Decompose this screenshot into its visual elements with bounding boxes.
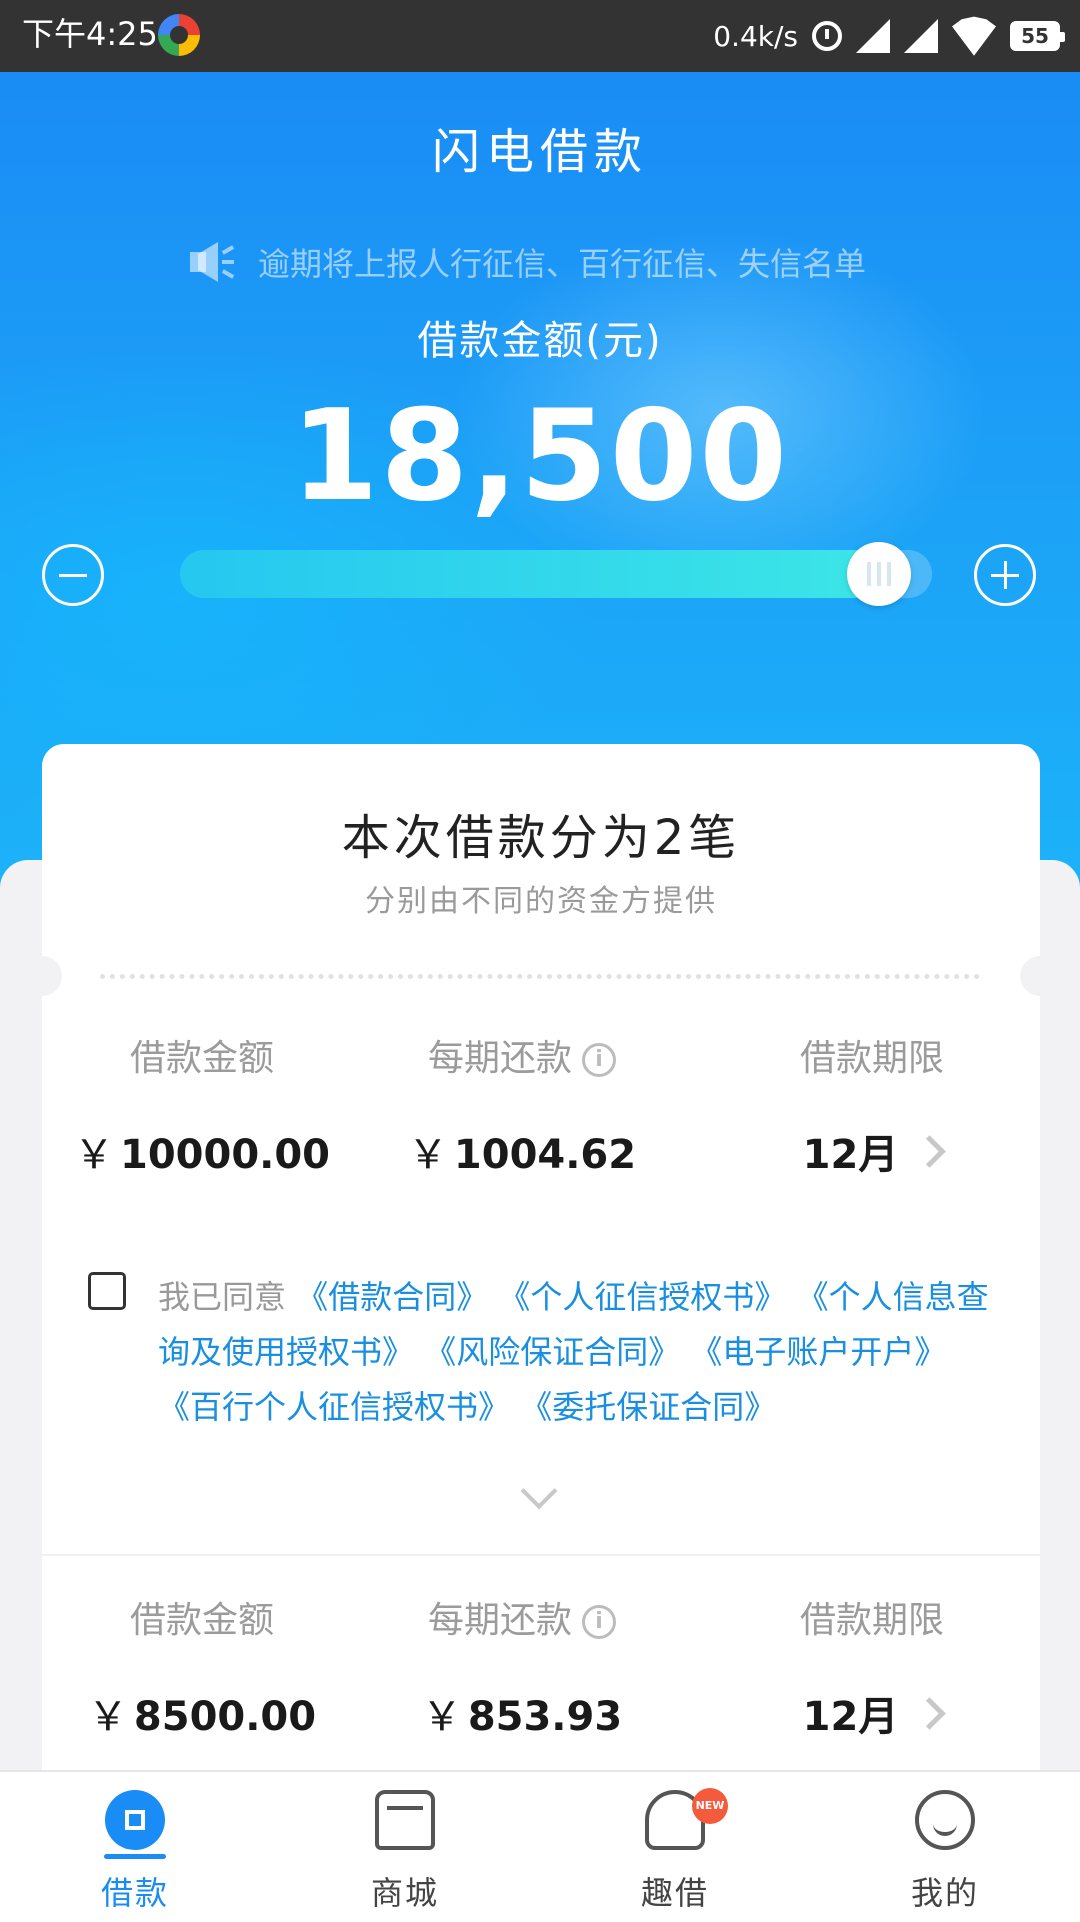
profile-icon bbox=[915, 1790, 975, 1850]
info-icon[interactable]: i bbox=[582, 1043, 616, 1077]
repayment-label: 每期还款 i bbox=[382, 1034, 662, 1084]
amount-label: 借款金额 bbox=[129, 1038, 274, 1079]
link-baihang-credit-authorization[interactable]: 《百行个人征信授权书》 bbox=[158, 1388, 510, 1426]
signal-icon-2 bbox=[904, 19, 938, 53]
nav-label: 借款 bbox=[100, 1874, 169, 1912]
speaker-icon bbox=[190, 242, 236, 282]
amount-value: ￥ 8500.00 bbox=[87, 1694, 317, 1740]
link-risk-guarantee-contract[interactable]: 《风险保证合同》 bbox=[424, 1333, 680, 1371]
agreement-checkbox[interactable] bbox=[88, 1272, 126, 1310]
chevron-down-icon[interactable] bbox=[520, 1472, 558, 1510]
status-time: 下午4:25 bbox=[22, 15, 158, 53]
wifi-icon bbox=[952, 16, 996, 56]
loan-1-term[interactable]: 借款期限 12月 bbox=[732, 1034, 1012, 1180]
nav-label: 商城 bbox=[370, 1874, 439, 1912]
alarm-icon bbox=[812, 21, 842, 51]
info-icon[interactable]: i bbox=[582, 1605, 616, 1639]
amount-slider[interactable] bbox=[180, 542, 932, 606]
nav-label: 趣借 bbox=[640, 1874, 709, 1912]
active-indicator bbox=[104, 1854, 166, 1859]
signal-icon bbox=[856, 19, 890, 53]
nav-label: 我的 bbox=[910, 1874, 979, 1912]
loan-icon bbox=[105, 1790, 165, 1850]
amount-label: 借款金额(元) bbox=[417, 318, 663, 364]
increase-button[interactable] bbox=[974, 544, 1036, 606]
battery-icon: 55 bbox=[1010, 21, 1065, 51]
chevron-right-icon bbox=[913, 1134, 947, 1168]
loan-1-repayment: 每期还款 i ￥ 1004.62 bbox=[382, 1034, 662, 1180]
app-notification-icon bbox=[158, 14, 200, 56]
bottom-nav: 借款 商城 NEW 趣借 我的 bbox=[0, 1770, 1080, 1922]
term-value[interactable]: 12月 bbox=[732, 1122, 1012, 1180]
decrease-button[interactable] bbox=[42, 544, 104, 606]
link-e-account-opening[interactable]: 《电子账户开户》 bbox=[690, 1333, 946, 1371]
notice-text: 逾期将上报人行征信、百行征信、失信名单 bbox=[258, 245, 867, 283]
dotted-divider bbox=[100, 974, 980, 979]
term-value[interactable]: 12月 bbox=[732, 1684, 1012, 1742]
card-subtitle: 分别由不同的资金方提供 bbox=[365, 884, 717, 919]
page-title: 闪电借款 bbox=[431, 124, 648, 180]
loan-1-amount: 借款金额 ￥ 10000.00 bbox=[62, 1034, 342, 1180]
repayment-value: ￥ 853.93 bbox=[421, 1694, 623, 1740]
agreement-prefix: 我已同意 bbox=[158, 1278, 287, 1316]
term-label: 借款期限 bbox=[799, 1038, 944, 1079]
nav-item-store[interactable]: 商城 bbox=[270, 1772, 540, 1922]
loan-card: 本次借款分为2笔 分别由不同的资金方提供 借款金额 ￥ 10000.00 每期还款… bbox=[22, 744, 1060, 1774]
chevron-right-icon bbox=[913, 1696, 947, 1730]
ticket-notch-left bbox=[22, 956, 62, 996]
loan-row-1: 借款金额 ￥ 10000.00 每期还款 i ￥ 1004.62 借款期限 12月 bbox=[42, 1034, 1040, 1204]
repayment-label: 每期还款 i bbox=[382, 1596, 662, 1646]
row-divider bbox=[42, 1554, 1040, 1556]
link-entrusted-guarantee-contract[interactable]: 《委托保证合同》 bbox=[520, 1388, 776, 1426]
slider-thumb[interactable] bbox=[847, 542, 912, 606]
repayment-value: ￥ 1004.62 bbox=[407, 1132, 637, 1178]
nav-item-fun-loan[interactable]: NEW 趣借 bbox=[540, 1772, 810, 1922]
amount-label: 借款金额 bbox=[129, 1600, 274, 1641]
card-title: 本次借款分为2笔 bbox=[341, 810, 741, 866]
term-label: 借款期限 bbox=[799, 1600, 944, 1641]
agreement-text: 我已同意 《借款合同》 《个人征信授权书》 《个人信息查询及使用授权书》 《风险… bbox=[158, 1270, 998, 1435]
ticket-notch-right bbox=[1020, 956, 1060, 996]
loan-2-repayment: 每期还款 i ￥ 853.93 bbox=[382, 1596, 662, 1742]
new-badge: NEW bbox=[692, 1788, 728, 1824]
amount-value: 18,500 bbox=[290, 382, 790, 529]
status-indicators: 0.4k/s 55 bbox=[713, 14, 1065, 58]
link-loan-contract[interactable]: 《借款合同》 bbox=[296, 1278, 488, 1316]
loan-row-2: 借款金额 ￥ 8500.00 每期还款 i ￥ 853.93 借款期限 12月 bbox=[42, 1596, 1040, 1766]
network-speed: 0.4k/s bbox=[713, 19, 798, 53]
nav-item-loan[interactable]: 借款 bbox=[0, 1772, 270, 1922]
loan-2-amount: 借款金额 ￥ 8500.00 bbox=[62, 1596, 342, 1742]
amount-value: ￥ 10000.00 bbox=[73, 1132, 331, 1178]
overdue-notice: 逾期将上报人行征信、百行征信、失信名单 bbox=[190, 232, 866, 292]
status-bar: 下午4:25 0.4k/s 55 bbox=[0, 0, 1080, 72]
store-icon bbox=[375, 1790, 435, 1850]
link-credit-authorization[interactable]: 《个人征信授权书》 bbox=[498, 1278, 786, 1316]
slider-fill bbox=[180, 550, 888, 598]
loan-2-term[interactable]: 借款期限 12月 bbox=[732, 1596, 1012, 1742]
nav-item-profile[interactable]: 我的 bbox=[810, 1772, 1080, 1922]
